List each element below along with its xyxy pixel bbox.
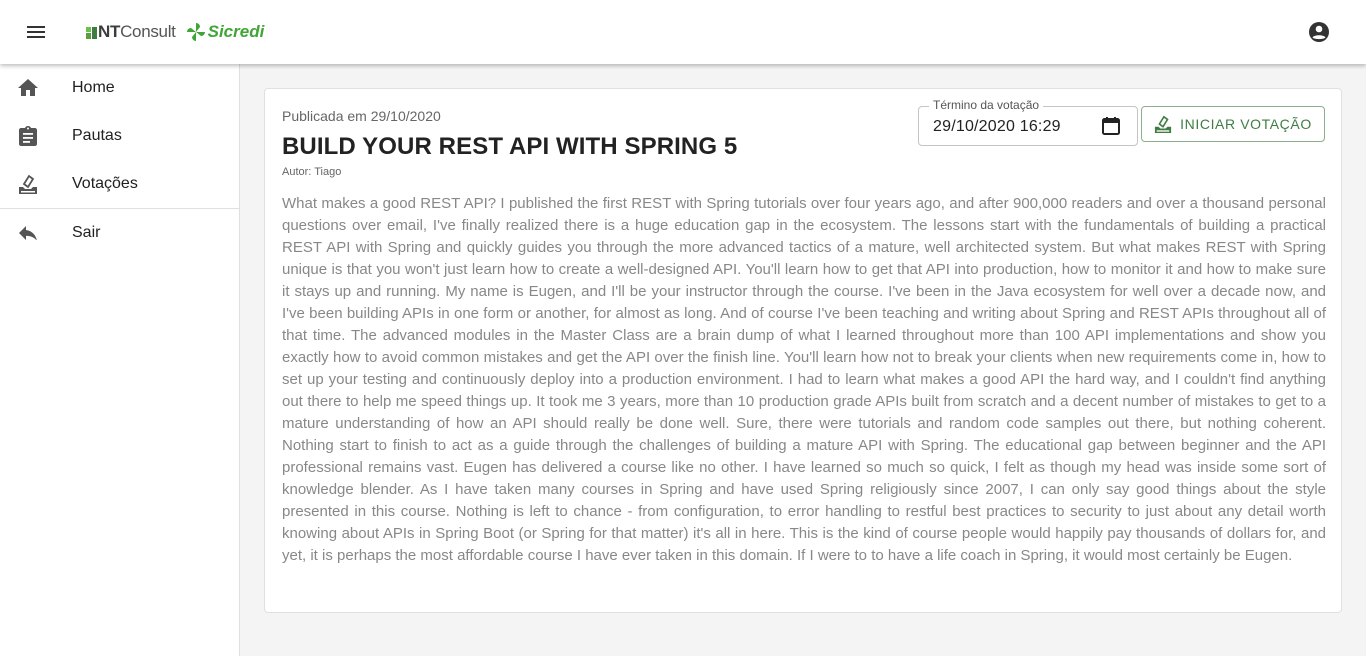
menu-icon[interactable] — [24, 20, 48, 44]
sidebar-item-label: Votações — [72, 175, 138, 192]
end-date-label: Término da votação — [929, 98, 1044, 112]
account-circle-icon[interactable] — [1307, 20, 1331, 44]
sicredi-logo-text: Sicredi — [207, 22, 265, 41]
sidebar: Home Pautas Votações Sair — [0, 64, 240, 656]
sidebar-item-votacoes[interactable]: Votações — [0, 160, 239, 208]
start-voting-label: INICIAR VOTAÇÃO — [1180, 116, 1312, 132]
sicredi-logo-icon — [186, 23, 205, 41]
ballot-icon — [16, 172, 40, 196]
home-icon — [16, 76, 40, 100]
sidebar-item-pautas[interactable]: Pautas — [0, 112, 239, 160]
sidebar-item-label: Pautas — [72, 127, 122, 144]
sidebar-item-home[interactable]: Home — [0, 64, 239, 112]
brand-logo[interactable]: NTConsult Sicredi — [86, 20, 264, 44]
sidebar-item-sair[interactable]: Sair — [0, 209, 239, 257]
end-date-field[interactable]: Término da votação 29/10/2020 16:29 — [918, 98, 1138, 146]
reply-icon — [16, 221, 40, 245]
published-date: Publicada em 29/10/2020 — [282, 108, 441, 124]
page-title: BUILD YOUR REST API WITH SPRING 5 — [282, 133, 738, 160]
ntconsult-logo-icon — [86, 26, 97, 39]
app-bar: NTConsult Sicredi — [0, 0, 1366, 64]
clipboard-icon — [16, 124, 40, 148]
start-voting-button[interactable]: INICIAR VOTAÇÃO — [1141, 106, 1325, 142]
sidebar-item-label: Sair — [72, 224, 101, 241]
author-label: Autor: Tiago — [282, 166, 342, 178]
ballot-icon — [1155, 115, 1172, 133]
pauta-card: Publicada em 29/10/2020 BUILD YOUR REST … — [264, 88, 1342, 613]
ntconsult-logo-text: NTConsult — [98, 22, 176, 41]
end-date-input[interactable]: 29/10/2020 16:29 — [933, 118, 1061, 136]
pauta-description: What makes a good REST API? I published … — [282, 195, 1326, 564]
calendar-icon[interactable] — [1101, 116, 1121, 136]
sidebar-item-label: Home — [72, 79, 115, 96]
